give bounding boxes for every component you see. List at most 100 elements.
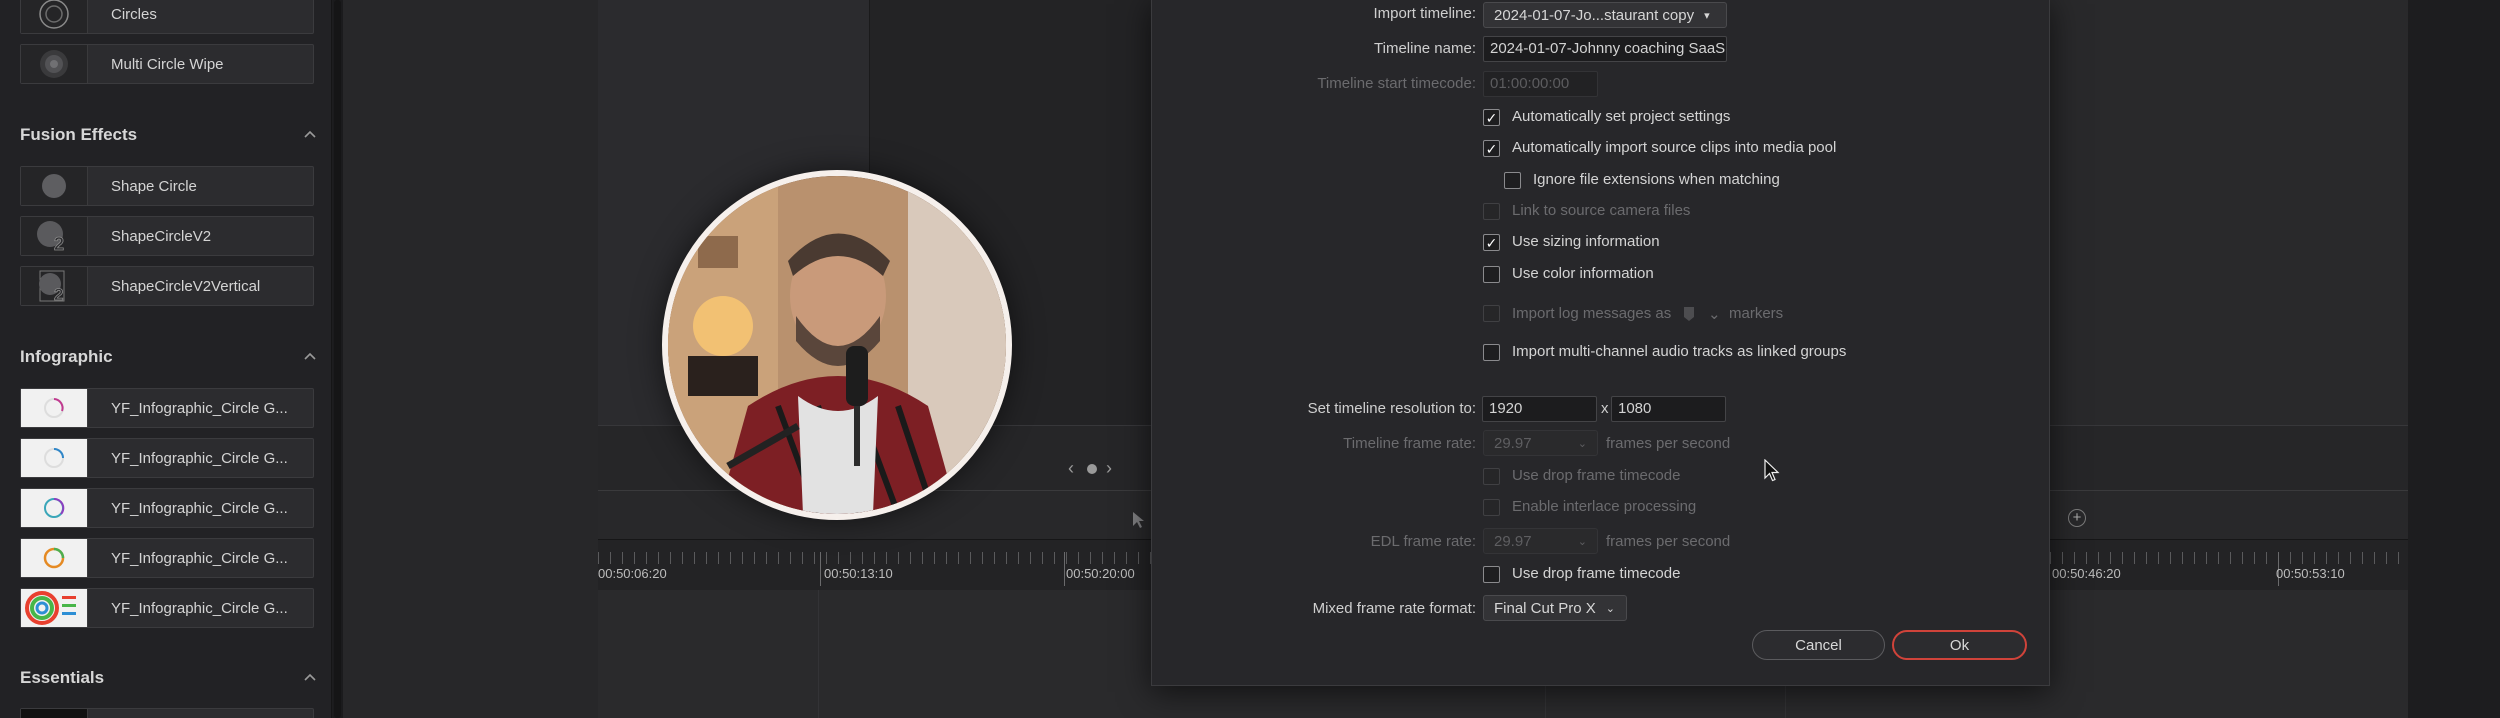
timeline-frame-rate-dropdown[interactable]: 29.97 ⌄: [1483, 430, 1598, 456]
filled-circle-icon: [21, 167, 88, 205]
effect-label: YF_Infographic_Circle G...: [111, 549, 288, 567]
svg-text:2: 2: [54, 285, 63, 304]
marker-icon[interactable]: [1682, 306, 1696, 322]
mouse-cursor-icon: [1764, 459, 1780, 482]
ok-button[interactable]: Ok: [1892, 630, 2027, 660]
infographic-circle-icon: [21, 439, 88, 477]
timeline-resolution-label: Set timeline resolution to:: [1307, 400, 1476, 417]
auto-project-settings-checkbox[interactable]: ✓: [1483, 109, 1500, 126]
effect-label: Shape Circle: [111, 177, 197, 195]
chevron-down-icon: ⌄: [1577, 535, 1587, 548]
edl-frame-rate-value: 29.97: [1494, 532, 1532, 550]
effect-item-shape-circle[interactable]: Shape Circle: [20, 166, 314, 206]
auto-project-settings-label: Automatically set project settings: [1512, 108, 1731, 125]
ruler-major-tick: [1064, 552, 1065, 586]
effect-label: YF_Infographic_Circle G...: [111, 499, 288, 517]
svg-text:2: 2: [54, 234, 64, 254]
effect-item-shapecirclev2vertical[interactable]: 2 ShapeCircleV2Vertical: [20, 266, 314, 306]
edl-frame-rate-label: EDL frame rate:: [1370, 533, 1476, 550]
chevron-up-icon[interactable]: [302, 349, 318, 365]
mixed-frame-rate-label: Mixed frame rate format:: [1312, 600, 1476, 617]
effect-item-multi-circle-wipe[interactable]: Multi Circle Wipe: [20, 44, 314, 84]
effect-label: YF_Infographic_Circle G...: [111, 399, 288, 417]
ignore-extensions-label: Ignore file extensions when matching: [1533, 171, 1780, 188]
scrollbar-thumb[interactable]: [334, 0, 341, 718]
timecode-label: 00:50:46:20: [2052, 566, 2121, 581]
effect-label: ShapeCircleV2Vertical: [111, 277, 261, 295]
timeline-name-input[interactable]: 2024-01-07-Johnny coaching SaaS R: [1483, 36, 1727, 62]
mixed-frame-rate-value: Final Cut Pro X: [1494, 599, 1596, 617]
fusion-v2-vertical-icon: 2: [21, 267, 88, 305]
timecode-label: 00:50:53:10: [2276, 566, 2345, 581]
timecode-label: 00:50:06:20: [598, 566, 667, 581]
resolution-width-input[interactable]: 1920: [1482, 396, 1597, 422]
effect-item-infographic-5[interactable]: YF_Infographic_Circle G...: [20, 588, 314, 628]
add-track-button[interactable]: +: [2068, 509, 2086, 527]
timeline-start-timecode-input[interactable]: 01:00:00:00: [1483, 71, 1598, 97]
interlace-processing-label: Enable interlace processing: [1512, 498, 1697, 515]
timeline-start-timecode-label: Timeline start timecode:: [1317, 75, 1476, 92]
use-color-label: Use color information: [1512, 265, 1654, 282]
auto-import-clips-checkbox[interactable]: ✓: [1483, 140, 1500, 157]
drop-frame-timecode-checkbox-2[interactable]: [1483, 566, 1500, 583]
import-timeline-dropdown[interactable]: 2024-01-07-Jo...staurant copy ▾: [1483, 2, 1727, 28]
import-timeline-label: Import timeline:: [1373, 5, 1476, 22]
timecode-label: 00:50:20:00: [1066, 566, 1135, 581]
multichannel-audio-checkbox[interactable]: [1483, 344, 1500, 361]
infographic-rings-icon: [21, 589, 88, 627]
effect-label: ShapeCircleV2: [111, 227, 212, 245]
auto-import-clips-label: Automatically import source clips into m…: [1512, 139, 1837, 156]
infographic-circle-icon: [21, 539, 88, 577]
check-icon: ✓: [1485, 234, 1498, 251]
drop-frame-timecode-label-1: Use drop frame timecode: [1512, 467, 1681, 484]
effect-item-shapecirclev2[interactable]: 2 ShapeCircleV2: [20, 216, 314, 256]
drop-frame-timecode-checkbox-1[interactable]: [1483, 468, 1500, 485]
black-thumbnail-icon: [21, 709, 88, 718]
selection-pointer-icon[interactable]: [1131, 511, 1147, 529]
link-camera-files-label: Link to source camera files: [1512, 202, 1691, 219]
effect-item-infographic-2[interactable]: YF_Infographic_Circle G...: [20, 438, 314, 478]
chevron-right-icon[interactable]: ›: [1106, 458, 1120, 480]
effect-item-infographic-4[interactable]: YF_Infographic_Circle G...: [20, 538, 314, 578]
use-color-checkbox[interactable]: [1483, 266, 1500, 283]
effect-label: YF_Infographic_Circle G...: [111, 449, 288, 467]
chevron-up-icon[interactable]: [302, 127, 318, 143]
mixed-frame-rate-dropdown[interactable]: Final Cut Pro X ⌄: [1483, 595, 1627, 621]
effect-label: Multi Circle Wipe: [111, 55, 224, 73]
page-indicator-dot[interactable]: [1087, 464, 1097, 474]
section-header-fusion-effects[interactable]: Fusion Effects: [20, 121, 318, 149]
effect-label: Circles: [111, 5, 157, 23]
effects-panel-scrollbar[interactable]: [333, 0, 343, 718]
edl-frame-rate-dropdown[interactable]: 29.97 ⌄: [1483, 528, 1598, 554]
chevron-down-icon[interactable]: ⌄: [1708, 305, 1721, 323]
effect-item-infographic-3[interactable]: YF_Infographic_Circle G...: [20, 488, 314, 528]
chevron-up-icon[interactable]: [302, 670, 318, 686]
drop-frame-timecode-label-2: Use drop frame timecode: [1512, 565, 1681, 582]
chevron-down-icon: ⌄: [1605, 602, 1615, 615]
chevron-left-icon[interactable]: ‹: [1068, 458, 1082, 480]
resolution-height-input[interactable]: 1080: [1611, 396, 1726, 422]
effects-library-panel: Circles Multi Circle Wipe Fusion Effects…: [0, 0, 332, 718]
section-title: Essentials: [20, 668, 105, 687]
section-header-essentials[interactable]: Essentials: [20, 664, 318, 692]
effect-item-essentials-1[interactable]: [20, 708, 314, 718]
effect-item-circles[interactable]: Circles: [20, 0, 314, 34]
use-sizing-checkbox[interactable]: ✓: [1483, 234, 1500, 251]
section-header-infographic[interactable]: Infographic: [20, 343, 318, 371]
import-log-messages-checkbox[interactable]: [1483, 305, 1500, 322]
frames-per-second-label: frames per second: [1606, 533, 1731, 550]
ignore-extensions-checkbox[interactable]: [1504, 172, 1521, 189]
import-log-messages-label: Import log messages as: [1512, 305, 1672, 322]
cancel-button[interactable]: Cancel: [1752, 630, 1885, 660]
resolution-separator: x: [1601, 400, 1609, 417]
presenter-video-image: [668, 176, 1006, 514]
interlace-processing-checkbox[interactable]: [1483, 499, 1500, 516]
link-camera-files-checkbox[interactable]: [1483, 203, 1500, 220]
timeline-viewer: [2046, 0, 2408, 425]
effect-item-infographic-1[interactable]: YF_Infographic_Circle G...: [20, 388, 314, 428]
circle-outline-icon: [21, 0, 88, 33]
import-timeline-value: 2024-01-07-Jo...staurant copy: [1494, 6, 1695, 24]
timeline-name-label: Timeline name:: [1374, 40, 1476, 57]
check-icon: ✓: [1485, 109, 1498, 126]
chevron-down-icon: ▾: [1704, 9, 1710, 22]
